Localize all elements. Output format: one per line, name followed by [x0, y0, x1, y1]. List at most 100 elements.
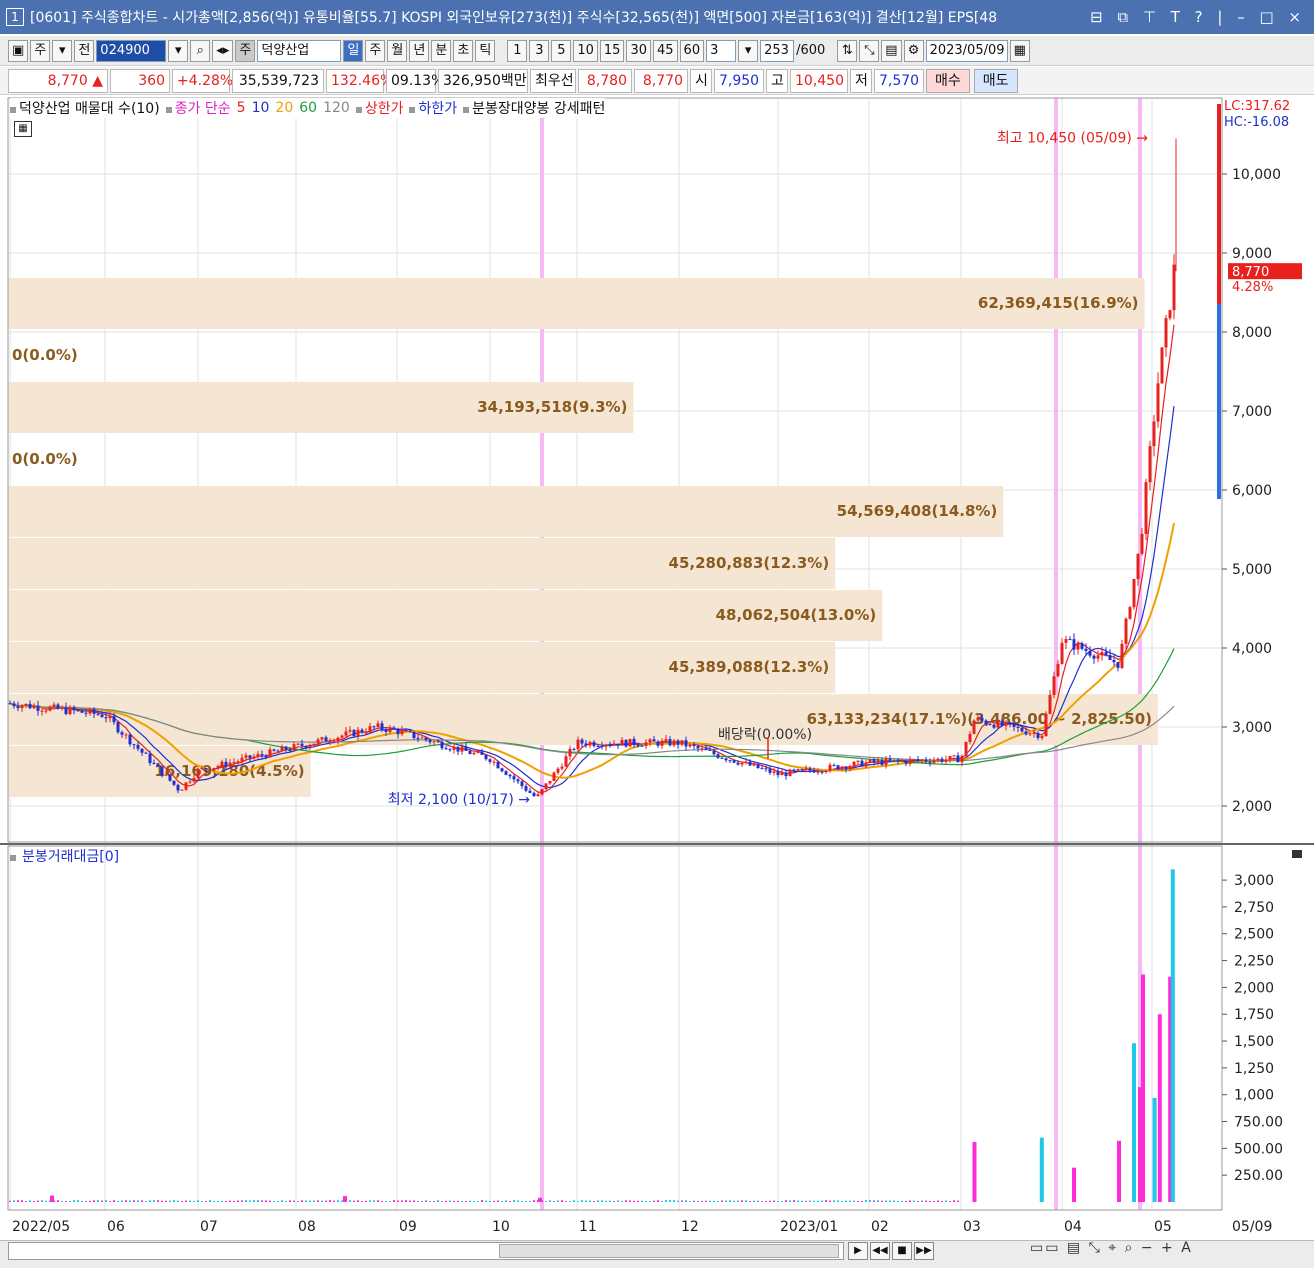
layout-icon[interactable]: ▣: [8, 39, 29, 62]
interval-5[interactable]: 5: [551, 39, 572, 62]
interval-15[interactable]: 15: [599, 39, 625, 62]
y-tick-label: 10,000: [1232, 167, 1281, 183]
volume-profile-label: 0(0.0%): [12, 346, 78, 364]
volume-bar: [805, 1200, 807, 1202]
volume-bar: [677, 1200, 679, 1202]
stock-code-input[interactable]: 024900: [96, 39, 167, 62]
candle-body: [116, 722, 120, 733]
date-input[interactable]: 2023/05/09: [925, 39, 1008, 62]
gear-icon[interactable]: ⚙: [903, 39, 924, 62]
tab-period-week[interactable]: 주: [365, 39, 386, 62]
volume-bar: [481, 1200, 483, 1202]
tab-period-second[interactable]: 초: [453, 39, 474, 62]
tab-period-year[interactable]: 년: [409, 39, 430, 62]
search-icon[interactable]: ⌕: [190, 39, 211, 62]
tab-period-minute[interactable]: 분: [431, 39, 452, 62]
volume-bar: [1141, 974, 1145, 1202]
interval-45[interactable]: 45: [653, 39, 678, 62]
count-total: /600: [796, 43, 826, 58]
interval-1[interactable]: 1: [507, 39, 528, 62]
volume-bar: [117, 1200, 119, 1202]
candle-body: [1000, 720, 1004, 726]
candle-body: [352, 729, 356, 736]
volume-profile-label: 62,369,415(16.9%): [978, 294, 1139, 312]
compare-icon[interactable]: ⇅: [837, 39, 858, 62]
interval-60[interactable]: 60: [679, 39, 705, 62]
next-icon[interactable]: ▶: [848, 1242, 868, 1260]
volume-bar: [681, 1200, 683, 1202]
volume-bar: [609, 1200, 611, 1202]
legend-lower-limit[interactable]: 하한가: [409, 98, 457, 118]
stock-name-field[interactable]: 덕양산업: [257, 39, 342, 62]
candle-body: [192, 777, 196, 782]
tab-period-month[interactable]: 월: [387, 39, 408, 62]
interval-10[interactable]: 10: [573, 39, 598, 62]
volume-bar: [281, 1200, 283, 1202]
market-select[interactable]: 주: [30, 39, 51, 62]
legend-series[interactable]: 덕양산업 매물대 수(10): [10, 98, 160, 118]
candle-body: [968, 733, 972, 742]
volume-bar: [849, 1200, 851, 1202]
interval-30[interactable]: 30: [626, 39, 651, 62]
window-controls[interactable]: ⊟ ⧉ ⊤ T ? | – □ ×: [1090, 8, 1306, 26]
volume-bar: [529, 1200, 531, 1202]
tab-period-tick[interactable]: 틱: [475, 39, 496, 62]
x-tick-label: 10: [492, 1219, 510, 1235]
table-icon[interactable]: ▦: [14, 121, 32, 137]
tab-period-day[interactable]: 일: [343, 39, 364, 62]
candle-body: [68, 707, 72, 715]
all-button[interactable]: 전: [74, 39, 95, 62]
candle-body: [1108, 655, 1112, 660]
volume-bar: [729, 1200, 731, 1202]
volume-profile-bar: [8, 278, 1145, 329]
volume-bar: [337, 1200, 339, 1202]
volume-bar: [569, 1200, 571, 1202]
candle-body: [532, 792, 536, 797]
draw-icon[interactable]: ⤡: [859, 39, 880, 62]
volume-bar: [557, 1200, 559, 1202]
candle-body: [288, 750, 292, 752]
zoom-tools[interactable]: ▭▭ ▤ ⤡ ⌖ ⌕ − + A: [1030, 1240, 1193, 1256]
candle-body: [436, 741, 440, 743]
candle-body: [984, 720, 988, 725]
legend-ma[interactable]: 종가 단순: [165, 98, 231, 118]
interval-3[interactable]: 3: [529, 39, 550, 62]
fastforward-icon[interactable]: ▶▶: [914, 1242, 934, 1260]
market-dropdown-icon[interactable]: ▾: [52, 39, 73, 62]
volume-bar: [473, 1201, 475, 1202]
candle-body: [752, 763, 756, 766]
count-input[interactable]: 253: [760, 39, 795, 62]
speaker-icon[interactable]: ◂▸: [212, 39, 234, 62]
up-arrow-icon: ▲: [92, 72, 103, 89]
candle-body: [252, 756, 256, 759]
volume-bar: [173, 1200, 175, 1202]
legend-upper-limit[interactable]: 상한가: [355, 98, 403, 118]
candle-body: [412, 731, 416, 739]
rewind-icon[interactable]: ◀◀: [870, 1242, 890, 1260]
save-icon[interactable]: ▤: [881, 39, 902, 62]
candle-body: [960, 755, 964, 763]
code-dropdown-icon[interactable]: ▾: [168, 39, 189, 62]
candle-body: [948, 755, 952, 760]
volume-bar: [489, 1200, 491, 1202]
buy-button[interactable]: 매수: [926, 68, 970, 93]
candle-body: [268, 749, 272, 758]
chart-scrollbar[interactable]: [8, 1242, 844, 1260]
chart-canvas[interactable]: 62,369,415(16.9%) 0(0.0%) 34,193,518(9.3%)…: [0, 96, 1314, 1240]
calendar-icon[interactable]: ▦: [1009, 39, 1030, 62]
stop-icon[interactable]: ■: [892, 1242, 912, 1260]
volume-profile-label: 45,280,883(12.3%): [669, 554, 830, 572]
candle-body: [1072, 639, 1076, 650]
volume-bar: [797, 1200, 799, 1202]
candle-body: [964, 741, 968, 756]
interval-dropdown-icon[interactable]: ▾: [738, 39, 759, 62]
volume-bar: [329, 1200, 331, 1202]
scroll-thumb[interactable]: [499, 1244, 839, 1258]
candle-body: [1152, 421, 1156, 447]
candle-body: [760, 768, 764, 770]
legend-pattern[interactable]: 분봉장대양봉 강세패턴: [463, 98, 605, 118]
interval-value[interactable]: 3: [706, 39, 737, 62]
candle-body: [740, 762, 744, 765]
vol-tick-label: 250.00: [1234, 1168, 1283, 1184]
sell-button[interactable]: 매도: [973, 68, 1018, 93]
